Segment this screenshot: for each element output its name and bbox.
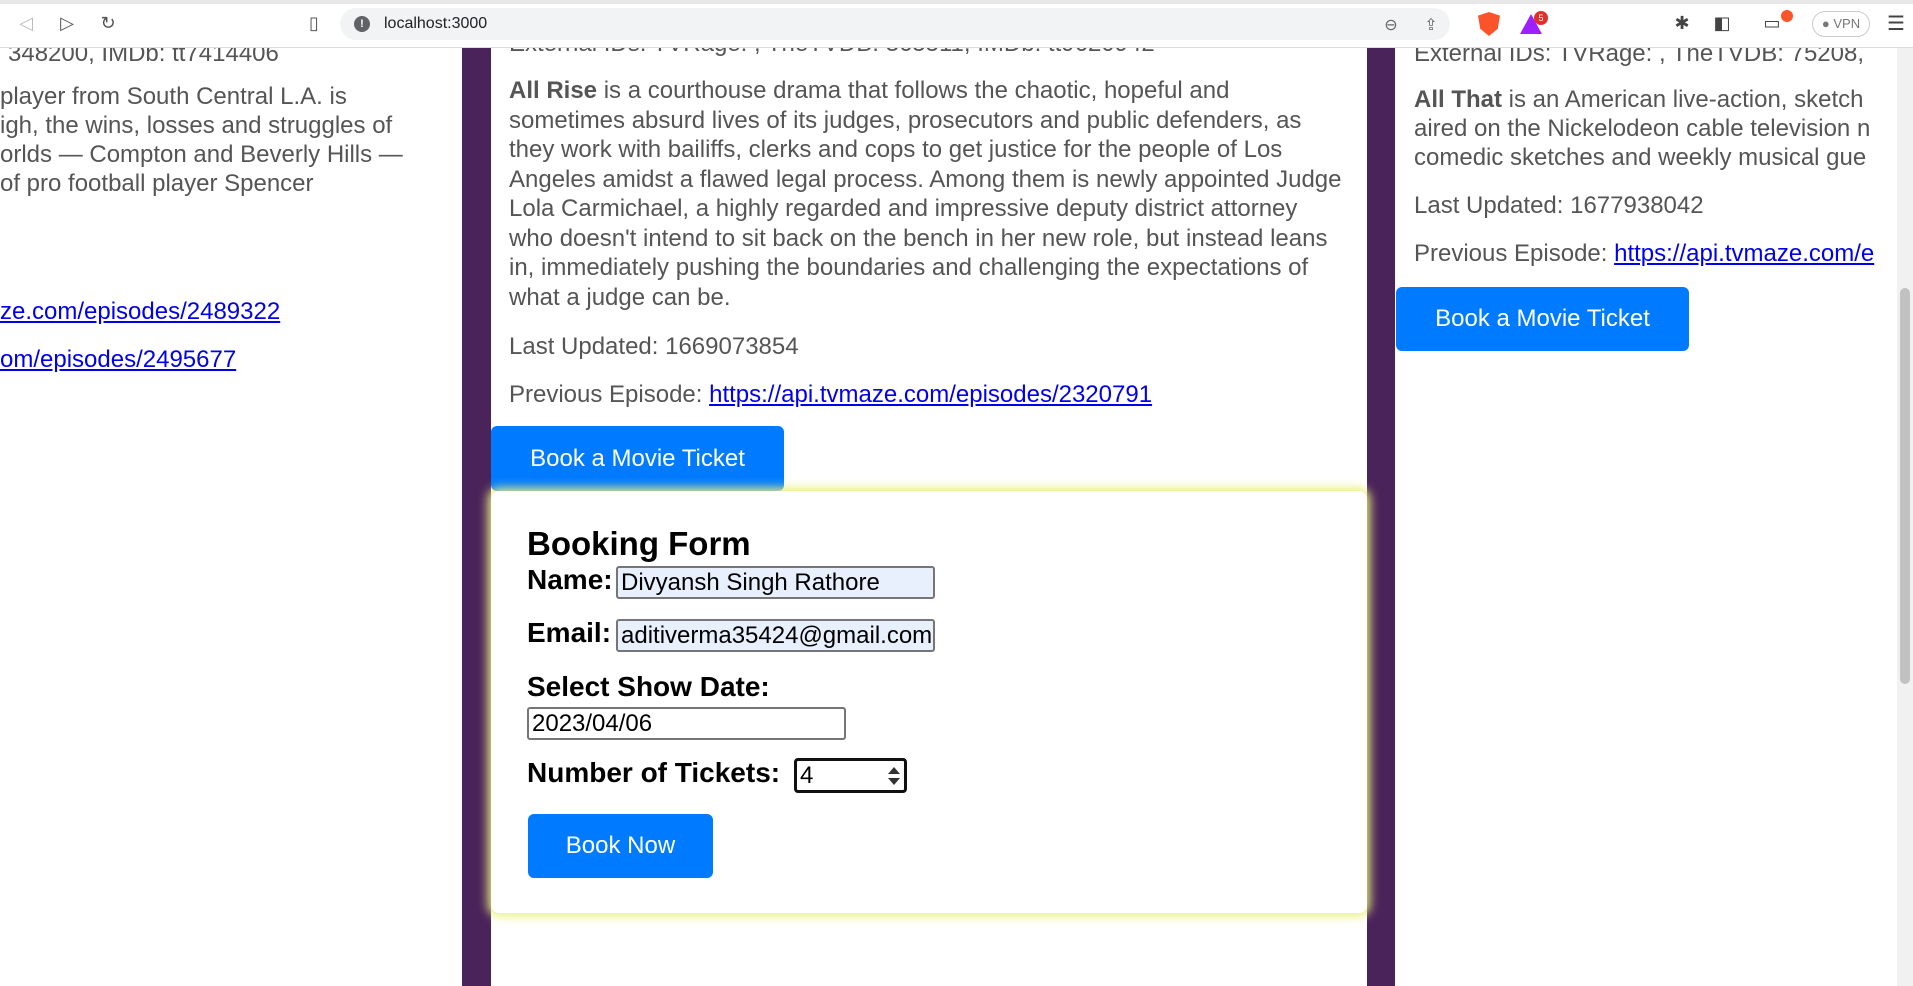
description-line: igh, the wins, losses and struggles of	[0, 112, 393, 139]
reload-icon[interactable]: ↻	[96, 12, 120, 36]
name-input[interactable]: Divyansh Singh Rathore	[616, 566, 935, 599]
description-line: orlds — Compton and Beverly Hills —	[0, 141, 403, 168]
vpn-button[interactable]: ● VPN	[1812, 11, 1870, 37]
description-text: is a courthouse drama that follows the c…	[509, 77, 1342, 311]
back-icon[interactable]: ◁	[14, 12, 38, 36]
description-line: aired on the Nickelodeon cable televisio…	[1414, 115, 1871, 142]
booking-form: Booking Form Name: Divyansh Singh Rathor…	[491, 491, 1367, 913]
wallet-notification-dot	[1781, 10, 1793, 22]
previous-episode-label: Previous Episode:	[509, 381, 710, 408]
brave-shields-icon[interactable]	[1478, 12, 1500, 36]
show-name-right: All That	[1414, 86, 1502, 113]
site-info-icon[interactable]: !	[354, 16, 370, 32]
book-ticket-button-right[interactable]: Book a Movie Ticket	[1396, 287, 1689, 351]
external-ids-right: External IDs: TVRage: , TheTVDB: 75208,	[1414, 48, 1864, 67]
description-line: comedic sketches and weekly musical gue	[1414, 144, 1867, 171]
rewards-badge: 5	[1534, 11, 1548, 25]
tickets-stepper[interactable]: 4	[794, 758, 907, 793]
last-updated: Last Updated: 1669073854	[509, 333, 799, 360]
description-line: All That is an American live-action, ske…	[1414, 85, 1864, 115]
scrollbar-thumb[interactable]	[1900, 288, 1910, 684]
vpn-label: VPN	[1833, 16, 1861, 31]
name-label: Name:	[527, 564, 613, 595]
description-text: is an American live-action, sketch	[1502, 86, 1864, 113]
previous-episode: Previous Episode: https://api.tvmaze.com…	[509, 380, 1152, 410]
zoom-icon[interactable]: ⊖	[1380, 14, 1402, 36]
email-input[interactable]: aditiverma35424@gmail.com	[616, 619, 935, 652]
show-card-all-that	[1395, 48, 1913, 986]
page-content: 348200, IMDb: tt7414406 player from Sout…	[0, 48, 1913, 986]
previous-episode-link[interactable]: https://api.tvmaze.com/e	[1614, 240, 1874, 267]
booking-form-title: Booking Form	[527, 525, 751, 562]
menu-icon[interactable]: ☰	[1886, 12, 1906, 36]
forward-icon[interactable]: ▷	[55, 12, 79, 36]
email-label: Email:	[527, 617, 612, 648]
previous-episode-link[interactable]: https://api.tvmaze.com/episodes/2320791	[709, 381, 1152, 408]
last-updated-right: Last Updated: 1677938042	[1414, 192, 1704, 219]
show-description: All Rise is a courthouse drama that foll…	[509, 76, 1347, 312]
browser-toolbar: ◁ ▷ ↻ ▯ ! localhost:3000 ⊖ ⇪ 5 ✱ ◧ ▭ ● V…	[0, 0, 1913, 48]
share-icon[interactable]: ⇪	[1420, 14, 1442, 36]
previous-episode-right: Previous Episode: https://api.tvmaze.com…	[1414, 239, 1874, 269]
url-text[interactable]: localhost:3000	[384, 15, 487, 33]
previous-episode-label: Previous Episode:	[1414, 240, 1615, 267]
stepper-arrows-icon[interactable]	[888, 767, 900, 785]
show-name: All Rise	[509, 77, 598, 104]
external-ids-left: 348200, IMDb: tt7414406	[8, 48, 279, 67]
description-line: of pro football player Spencer	[0, 170, 314, 197]
extensions-icon[interactable]: ✱	[1670, 12, 1694, 36]
sidebar-icon[interactable]: ◧	[1710, 12, 1734, 36]
show-date-label: Select Show Date:	[527, 671, 770, 702]
tickets-value: 4	[800, 762, 814, 789]
external-ids: External IDs: TVRage: , TheTVDB: 365511,…	[509, 48, 1155, 59]
description-line: player from South Central L.A. is	[0, 83, 347, 110]
previous-episode-link[interactable]: ze.com/episodes/2489322	[0, 297, 280, 327]
show-date-input[interactable]: 2023/04/06	[527, 707, 846, 740]
book-now-button[interactable]: Book Now	[528, 814, 713, 878]
tab-strip	[0, 0, 1913, 4]
book-ticket-button[interactable]: Book a Movie Ticket	[491, 426, 784, 491]
next-episode-link[interactable]: om/episodes/2495677	[0, 345, 236, 375]
bookmark-icon[interactable]: ▯	[302, 12, 326, 36]
address-bar[interactable]: ! localhost:3000 ⊖ ⇪	[340, 8, 1450, 40]
tickets-label: Number of Tickets:	[527, 757, 781, 788]
